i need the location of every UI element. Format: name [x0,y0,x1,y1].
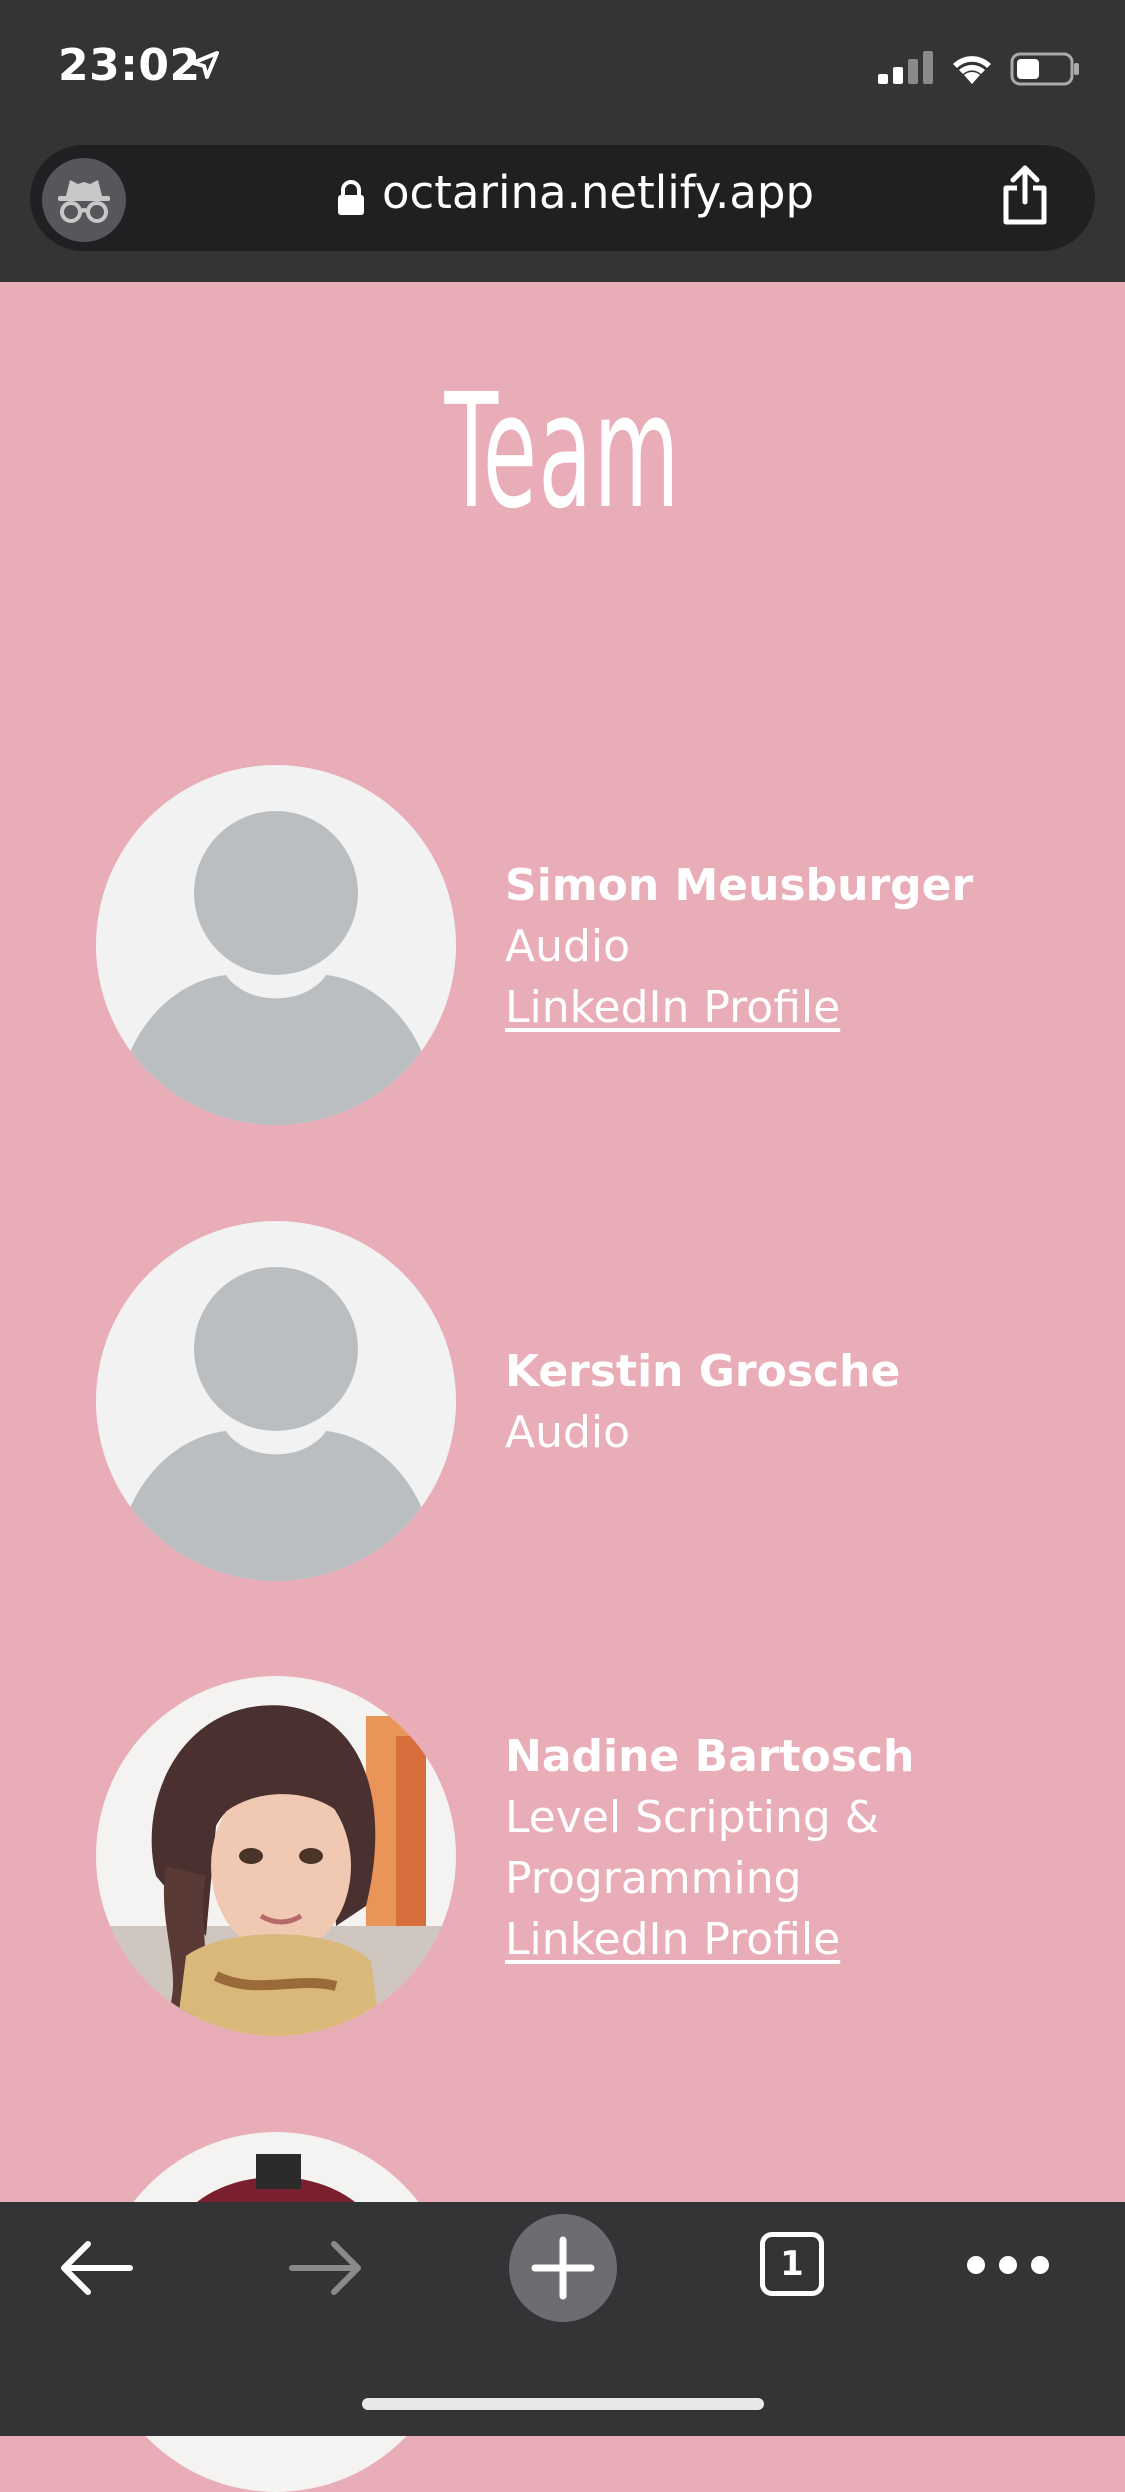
member-role: Programming [505,1853,802,1904]
member-name: Kerstin Grosche [505,1346,901,1397]
lock-icon [338,180,364,215]
team-member-card: Nadine Bartosch Level Scripting & Progra… [0,1676,1125,2036]
home-indicator [362,2398,764,2410]
member-role: Audio [505,1407,631,1458]
member-name: Simon Meusburger [505,860,974,911]
member-photo [96,1676,456,2036]
avatar [96,1221,456,1581]
avatar [96,765,456,1125]
member-role: Audio [505,921,631,972]
location-arrow-icon [191,51,219,79]
default-user-icon [96,765,456,1125]
page-title: Team [444,360,681,544]
url-text[interactable]: octarina.netlify.app [382,166,814,219]
linkedin-profile-link[interactable]: LinkedIn Profile [505,977,973,1038]
team-member-card: Kerstin Grosche Audio [0,1221,1125,1581]
battery-icon [1010,52,1079,86]
plus-icon [531,2236,595,2300]
status-time: 23:02 [58,40,201,91]
back-arrow-icon[interactable] [58,2238,134,2298]
wifi-icon [953,56,991,84]
incognito-button[interactable] [42,158,126,242]
avatar [96,1676,456,2036]
more-options-icon[interactable] [966,2255,1050,2275]
member-role: Level Scripting & [505,1792,880,1843]
incognito-icon [58,180,110,223]
new-tab-button[interactable] [509,2214,617,2322]
forward-arrow-icon[interactable] [288,2238,364,2298]
default-user-icon [96,1221,456,1581]
tabs-count-button[interactable]: 1 [760,2232,824,2296]
cellular-signal-icon [878,51,933,84]
team-member-card: Simon Meusburger Audio LinkedIn Profile [0,765,1125,1125]
share-icon[interactable] [1000,164,1050,226]
member-name: Nadine Bartosch [505,1731,915,1782]
linkedin-profile-link[interactable]: LinkedIn Profile [505,1909,914,1970]
